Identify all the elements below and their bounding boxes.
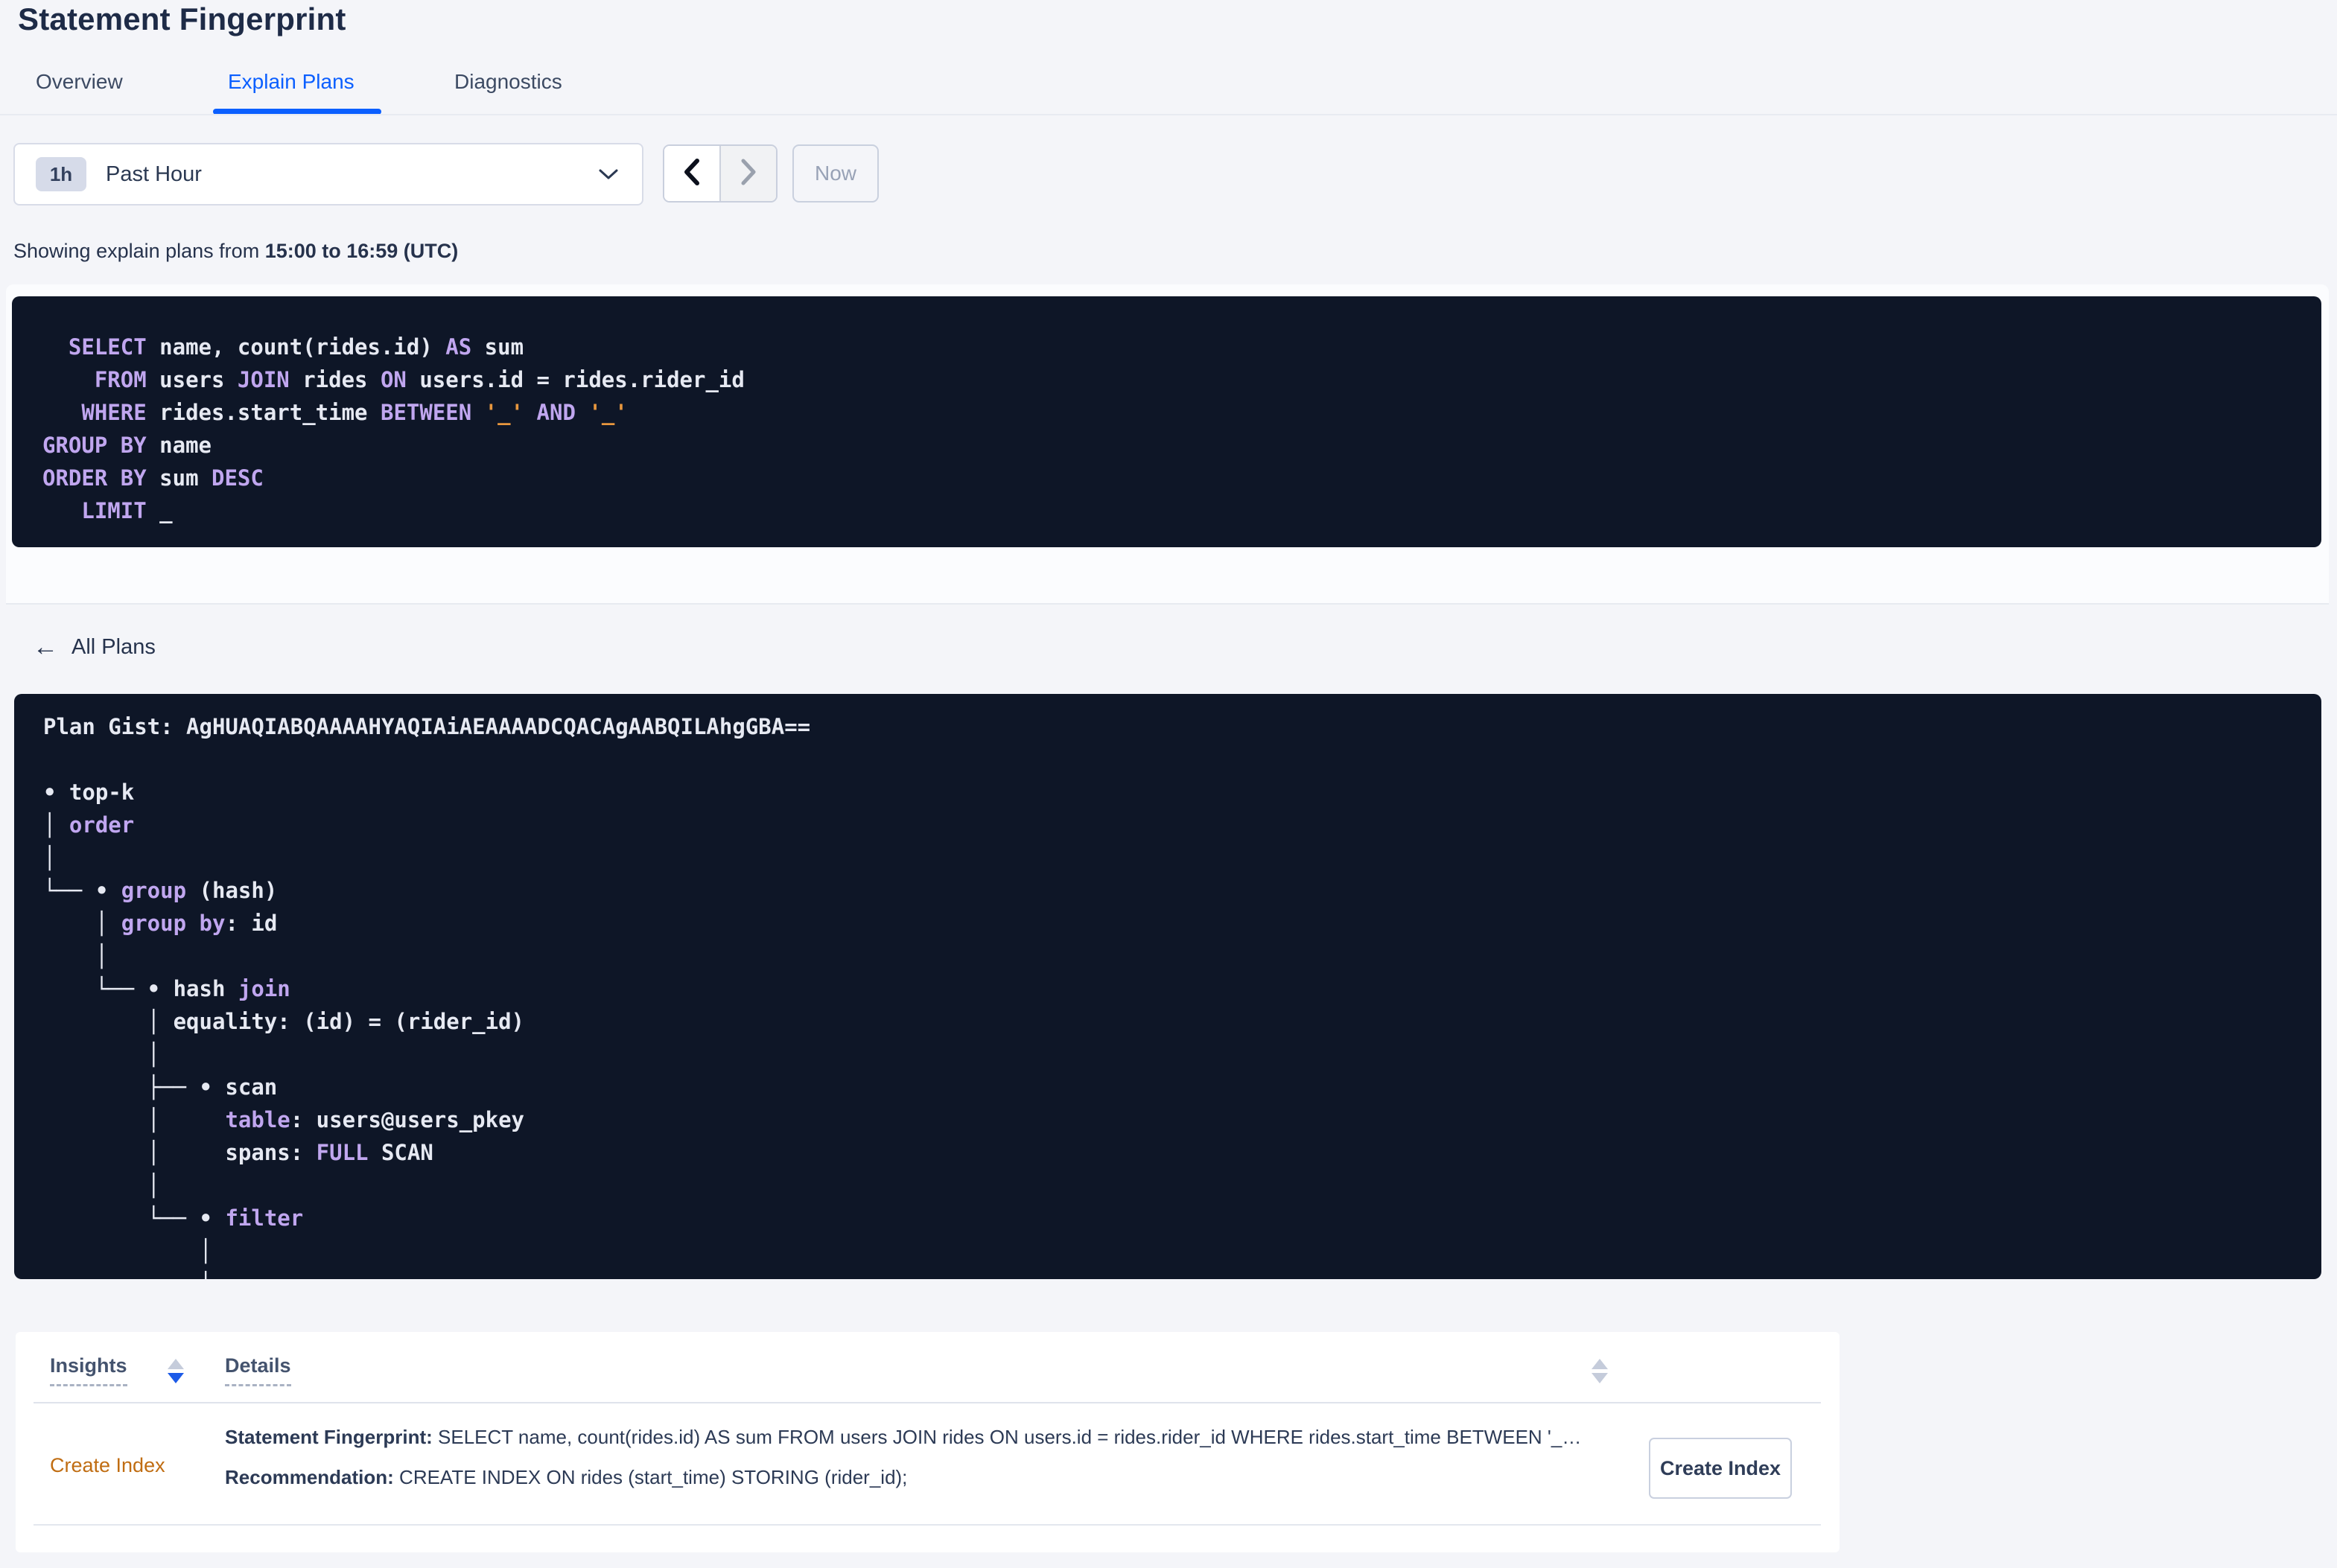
sort-descending-icon [1592,1373,1608,1383]
time-range-select[interactable]: 1h Past Hour [13,143,643,205]
statement-sql-block: SELECT name, count(rides.id) AS sum FROM… [12,296,2321,547]
column-header-details[interactable]: Details [225,1354,291,1386]
arrow-left-icon: ← [33,633,58,661]
insight-type-link[interactable]: Create Index [50,1454,165,1477]
all-plans-label: All Plans [71,634,156,659]
showing-range-value: 15:00 to 16:59 (UTC) [264,240,459,262]
table-row-divider [34,1524,1821,1526]
page-title: Statement Fingerprint [18,1,346,36]
sort-ascending-icon [168,1359,184,1369]
tab-diagnostics[interactable]: Diagnostics [454,70,562,94]
insights-table-card: Insights Details Create Index Statement … [16,1332,1840,1552]
statement-section: SELECT name, count(rides.id) AS sum FROM… [6,284,2329,605]
chevron-down-icon [597,167,620,182]
table-header-divider [34,1402,1821,1403]
statement-fingerprint-detail: Statement Fingerprint: SELECT name, coun… [225,1426,1636,1449]
time-range-label: Past Hour [106,162,202,186]
time-range-badge: 1h [36,157,86,191]
statement-fingerprint-label: Statement Fingerprint: [225,1426,433,1448]
now-button[interactable]: Now [792,144,879,203]
recommendation-label: Recommendation: [225,1466,394,1488]
tabs-divider [0,114,2337,115]
chevron-right-icon [738,158,759,190]
column-header-insights[interactable]: Insights [50,1354,127,1386]
sort-descending-icon [168,1373,184,1383]
showing-range-text: Showing explain plans from 15:00 to 16:5… [13,240,458,263]
recommendation-detail: Recommendation: CREATE INDEX ON rides (s… [225,1466,1636,1489]
recommendation-text: CREATE INDEX ON rides (start_time) STORI… [393,1466,908,1488]
all-plans-link[interactable]: ← All Plans [33,634,156,660]
previous-time-button[interactable] [664,146,719,201]
statement-fingerprint-page: Statement Fingerprint Overview Explain P… [0,0,2337,1568]
create-index-button[interactable]: Create Index [1649,1438,1792,1499]
showing-range-prefix: Showing explain plans from [13,240,265,262]
next-time-button[interactable] [719,146,776,201]
plan-gist-block: Plan Gist: AgHUAQIABQAAAAHYAQIAiAEAAAADC… [14,694,2321,1279]
sort-ascending-icon [1592,1359,1608,1369]
time-pager [663,144,778,203]
statement-fingerprint-text: SELECT name, count(rides.id) AS sum FROM… [432,1426,1582,1448]
chevron-left-icon [681,158,702,190]
tab-overview[interactable]: Overview [36,70,123,94]
tab-explain-plans[interactable]: Explain Plans [228,70,354,94]
sort-details-control[interactable] [1591,1359,1609,1383]
sort-insights-control[interactable] [167,1359,185,1383]
